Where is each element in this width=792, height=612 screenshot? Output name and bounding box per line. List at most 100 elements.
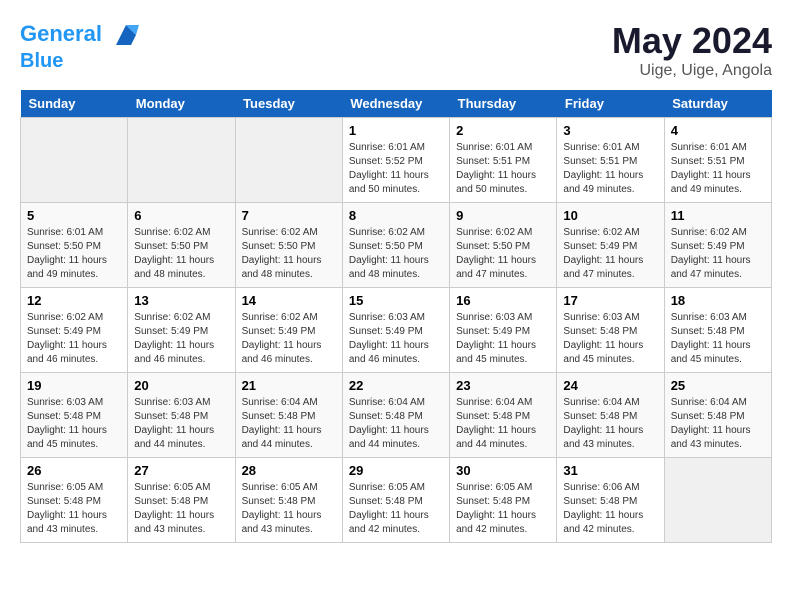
day-number: 3: [563, 123, 657, 138]
day-info: Sunrise: 6:01 AM Sunset: 5:52 PM Dayligh…: [349, 141, 443, 197]
day-info: Sunrise: 6:05 AM Sunset: 5:48 PM Dayligh…: [27, 481, 121, 537]
day-info: Sunrise: 6:02 AM Sunset: 5:49 PM Dayligh…: [242, 311, 336, 367]
calendar-week-5: 26Sunrise: 6:05 AM Sunset: 5:48 PM Dayli…: [21, 458, 772, 543]
day-info: Sunrise: 6:03 AM Sunset: 5:48 PM Dayligh…: [671, 311, 765, 367]
day-info: Sunrise: 6:04 AM Sunset: 5:48 PM Dayligh…: [242, 396, 336, 452]
day-info: Sunrise: 6:03 AM Sunset: 5:48 PM Dayligh…: [134, 396, 228, 452]
day-number: 17: [563, 293, 657, 308]
calendar-cell: 2Sunrise: 6:01 AM Sunset: 5:51 PM Daylig…: [450, 118, 557, 203]
day-number: 30: [456, 463, 550, 478]
day-info: Sunrise: 6:03 AM Sunset: 5:49 PM Dayligh…: [349, 311, 443, 367]
calendar-cell: 23 Sunrise: 6:04 AM Sunset: 5:48 PM Dayli…: [450, 373, 557, 458]
day-number: 8: [349, 208, 443, 223]
day-info: Sunrise: 6:05 AM Sunset: 5:48 PM Dayligh…: [349, 481, 443, 537]
day-number: 27: [134, 463, 228, 478]
calendar-cell: 13 Sunrise: 6:02 AM Sunset: 5:49 PM Dayli…: [128, 288, 235, 373]
day-number: 23: [456, 378, 550, 393]
calendar-cell: 11Sunrise: 6:02 AM Sunset: 5:49 PM Dayli…: [664, 203, 771, 288]
day-info: Sunrise: 6:02 AM Sunset: 5:50 PM Dayligh…: [134, 226, 228, 282]
calendar-cell: 17 Sunrise: 6:03 AM Sunset: 5:48 PM Dayli…: [557, 288, 664, 373]
day-number: 13: [134, 293, 228, 308]
calendar-cell: 19 Sunrise: 6:03 AM Sunset: 5:48 PM Dayli…: [21, 373, 128, 458]
day-info: Sunrise: 6:03 AM Sunset: 5:48 PM Dayligh…: [27, 396, 121, 452]
calendar-week-4: 19 Sunrise: 6:03 AM Sunset: 5:48 PM Dayli…: [21, 373, 772, 458]
calendar-cell: 28 Sunrise: 6:05 AM Sunset: 5:48 PM Dayli…: [235, 458, 342, 543]
day-info: Sunrise: 6:05 AM Sunset: 5:48 PM Dayligh…: [456, 481, 550, 537]
weekday-header-sunday: Sunday: [21, 90, 128, 118]
calendar-cell: 9Sunrise: 6:02 AM Sunset: 5:50 PM Daylig…: [450, 203, 557, 288]
day-number: 21: [242, 378, 336, 393]
calendar-cell: 22 Sunrise: 6:04 AM Sunset: 5:48 PM Dayli…: [342, 373, 449, 458]
day-number: 16: [456, 293, 550, 308]
day-info: Sunrise: 6:02 AM Sunset: 5:49 PM Dayligh…: [134, 311, 228, 367]
day-info: Sunrise: 6:05 AM Sunset: 5:48 PM Dayligh…: [242, 481, 336, 537]
calendar-week-2: 5 Sunrise: 6:01 AM Sunset: 5:50 PM Daylig…: [21, 203, 772, 288]
day-number: 25: [671, 378, 765, 393]
day-number: 4: [671, 123, 765, 138]
weekday-header-tuesday: Tuesday: [235, 90, 342, 118]
calendar-cell: [21, 118, 128, 203]
weekday-header-saturday: Saturday: [664, 90, 771, 118]
logo-icon: [111, 20, 141, 50]
calendar-body: 1 Sunrise: 6:01 AM Sunset: 5:52 PM Daylig…: [21, 118, 772, 543]
calendar-cell: 27 Sunrise: 6:05 AM Sunset: 5:48 PM Dayli…: [128, 458, 235, 543]
calendar-cell: 18 Sunrise: 6:03 AM Sunset: 5:48 PM Dayli…: [664, 288, 771, 373]
calendar-cell: [128, 118, 235, 203]
weekday-header-friday: Friday: [557, 90, 664, 118]
day-info: Sunrise: 6:06 AM Sunset: 5:48 PM Dayligh…: [563, 481, 657, 537]
logo-text: General: [20, 20, 141, 50]
day-info: Sunrise: 6:02 AM Sunset: 5:49 PM Dayligh…: [563, 226, 657, 282]
calendar-cell: 6Sunrise: 6:02 AM Sunset: 5:50 PM Daylig…: [128, 203, 235, 288]
day-info: Sunrise: 6:05 AM Sunset: 5:48 PM Dayligh…: [134, 481, 228, 537]
day-info: Sunrise: 6:02 AM Sunset: 5:49 PM Dayligh…: [27, 311, 121, 367]
calendar-cell: 20 Sunrise: 6:03 AM Sunset: 5:48 PM Dayli…: [128, 373, 235, 458]
day-info: Sunrise: 6:01 AM Sunset: 5:51 PM Dayligh…: [563, 141, 657, 197]
day-number: 28: [242, 463, 336, 478]
month-title: May 2024: [612, 20, 772, 62]
page-header: General Blue May 2024 Uige, Uige, Angola: [20, 20, 772, 80]
day-number: 1: [349, 123, 443, 138]
day-number: 20: [134, 378, 228, 393]
calendar-cell: 29 Sunrise: 6:05 AM Sunset: 5:48 PM Dayli…: [342, 458, 449, 543]
calendar-cell: 21 Sunrise: 6:04 AM Sunset: 5:48 PM Dayli…: [235, 373, 342, 458]
calendar-table: SundayMondayTuesdayWednesdayThursdayFrid…: [20, 90, 772, 543]
weekday-header-wednesday: Wednesday: [342, 90, 449, 118]
day-number: 5: [27, 208, 121, 223]
calendar-cell: 7 Sunrise: 6:02 AM Sunset: 5:50 PM Daylig…: [235, 203, 342, 288]
weekday-header-row: SundayMondayTuesdayWednesdayThursdayFrid…: [21, 90, 772, 118]
day-info: Sunrise: 6:02 AM Sunset: 5:49 PM Dayligh…: [671, 226, 765, 282]
calendar-cell: [664, 458, 771, 543]
day-number: 12: [27, 293, 121, 308]
day-info: Sunrise: 6:03 AM Sunset: 5:48 PM Dayligh…: [563, 311, 657, 367]
day-number: 14: [242, 293, 336, 308]
day-info: Sunrise: 6:04 AM Sunset: 5:48 PM Dayligh…: [349, 396, 443, 452]
day-number: 31: [563, 463, 657, 478]
day-info: Sunrise: 6:01 AM Sunset: 5:50 PM Dayligh…: [27, 226, 121, 282]
title-block: May 2024 Uige, Uige, Angola: [612, 20, 772, 80]
day-info: Sunrise: 6:04 AM Sunset: 5:48 PM Dayligh…: [456, 396, 550, 452]
calendar-cell: 16 Sunrise: 6:03 AM Sunset: 5:49 PM Dayli…: [450, 288, 557, 373]
calendar-cell: 8Sunrise: 6:02 AM Sunset: 5:50 PM Daylig…: [342, 203, 449, 288]
calendar-cell: 1 Sunrise: 6:01 AM Sunset: 5:52 PM Daylig…: [342, 118, 449, 203]
day-info: Sunrise: 6:03 AM Sunset: 5:49 PM Dayligh…: [456, 311, 550, 367]
day-number: 9: [456, 208, 550, 223]
calendar-cell: 30 Sunrise: 6:05 AM Sunset: 5:48 PM Dayli…: [450, 458, 557, 543]
calendar-cell: 24Sunrise: 6:04 AM Sunset: 5:48 PM Dayli…: [557, 373, 664, 458]
day-info: Sunrise: 6:04 AM Sunset: 5:48 PM Dayligh…: [563, 396, 657, 452]
day-number: 7: [242, 208, 336, 223]
day-number: 29: [349, 463, 443, 478]
calendar-cell: 14 Sunrise: 6:02 AM Sunset: 5:49 PM Dayli…: [235, 288, 342, 373]
day-number: 22: [349, 378, 443, 393]
day-info: Sunrise: 6:02 AM Sunset: 5:50 PM Dayligh…: [242, 226, 336, 282]
day-number: 2: [456, 123, 550, 138]
logo-blue: Blue: [20, 50, 141, 72]
calendar-cell: 4Sunrise: 6:01 AM Sunset: 5:51 PM Daylig…: [664, 118, 771, 203]
calendar-cell: 26Sunrise: 6:05 AM Sunset: 5:48 PM Dayli…: [21, 458, 128, 543]
day-number: 19: [27, 378, 121, 393]
calendar-cell: 5 Sunrise: 6:01 AM Sunset: 5:50 PM Daylig…: [21, 203, 128, 288]
weekday-header-monday: Monday: [128, 90, 235, 118]
weekday-header-thursday: Thursday: [450, 90, 557, 118]
calendar-cell: 31 Sunrise: 6:06 AM Sunset: 5:48 PM Dayli…: [557, 458, 664, 543]
day-number: 18: [671, 293, 765, 308]
calendar-week-1: 1 Sunrise: 6:01 AM Sunset: 5:52 PM Daylig…: [21, 118, 772, 203]
